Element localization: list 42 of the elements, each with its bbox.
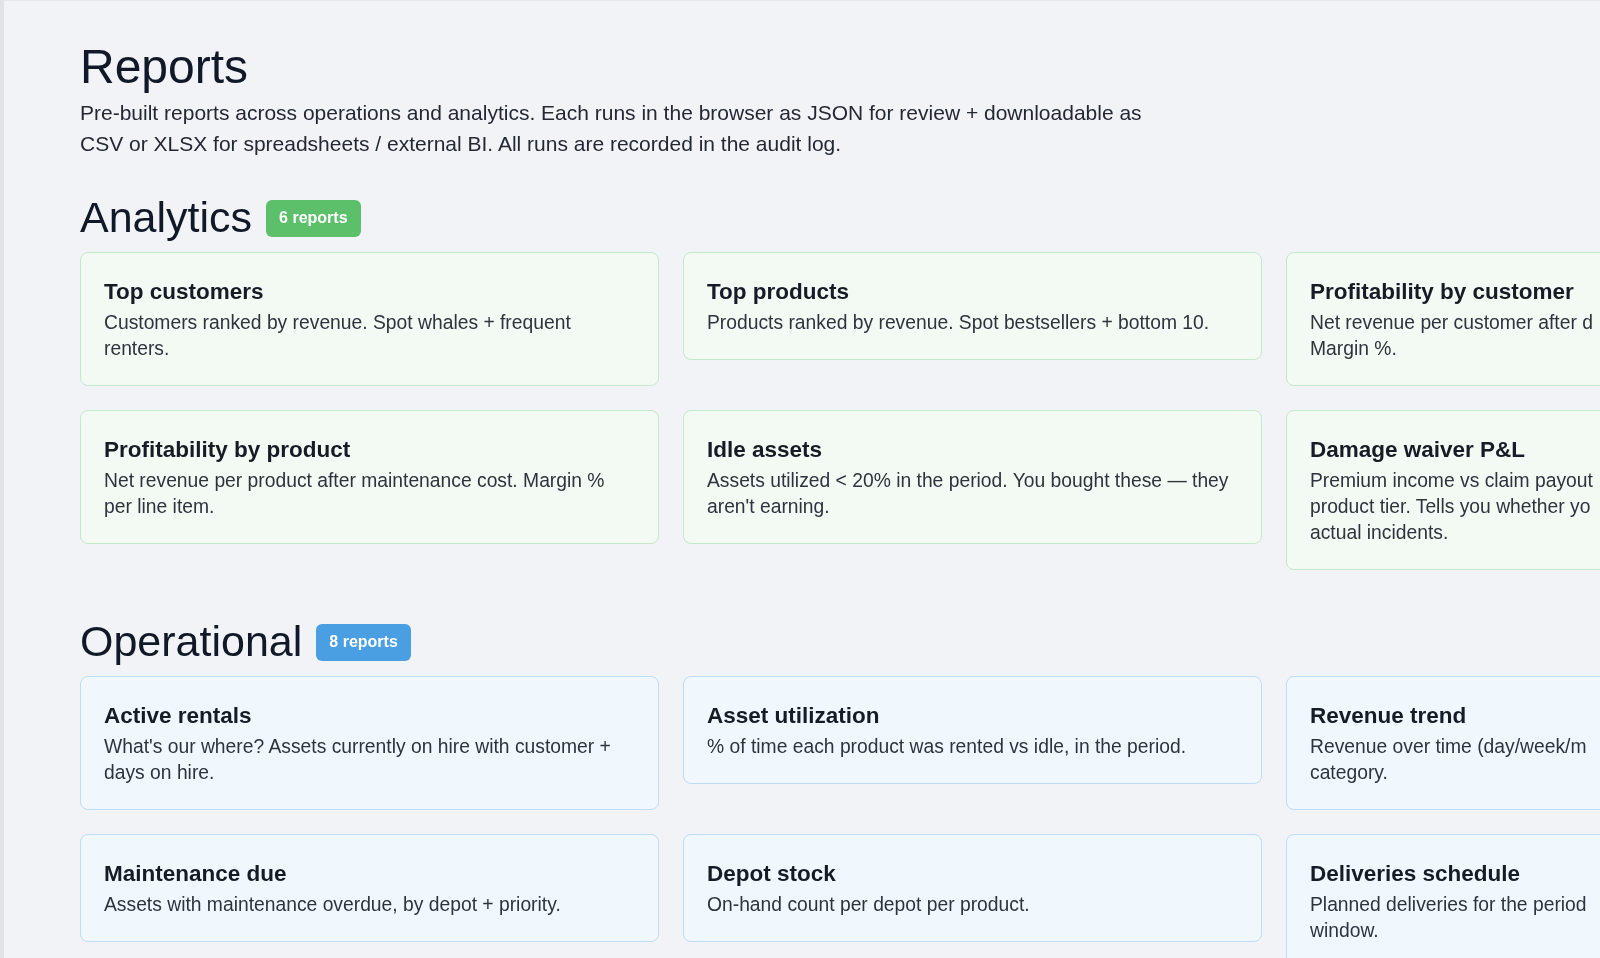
report-description: Assets utilized < 20% in the period. You bought these — they aren't earning. <box>707 469 1230 519</box>
report-count-badge: 6 reports <box>266 199 361 237</box>
report-description: Planned deliveries for the period window. <box>1310 893 1588 943</box>
report-description: Net revenue per product after maintenance cost. Margin % per line item. <box>104 469 606 519</box>
report-description: % of time each product was rented vs idle, in the period. <box>707 735 1188 759</box>
report-title: Active rentals <box>104 702 253 730</box>
report-title: Asset utilization <box>707 702 881 730</box>
report-card[interactable]: Active rentals What's our where? Assets currently on hire with customer + days on hire. <box>80 676 659 810</box>
report-description: Premium income vs claim payout product tier. Tells you whether yo actual incidents. <box>1310 469 1594 545</box>
report-description: Products ranked by revenue. Spot bestsellers + bottom 10. <box>707 311 1211 335</box>
report-description: What's our where? Assets currently on hire with customer + days on hire. <box>104 735 612 785</box>
report-card[interactable]: Profitability by customer Net revenue per customer after d Margin %. <box>1286 252 1600 386</box>
report-title: Idle assets <box>707 436 824 464</box>
report-description: On-hand count per depot per product. <box>707 893 1031 917</box>
report-description: Revenue over time (day/week/m category. <box>1310 735 1588 785</box>
report-card[interactable]: Deliveries schedule Planned deliveries for the period window. <box>1286 834 1600 958</box>
report-title: Deliveries schedule <box>1310 860 1522 888</box>
report-title: Depot stock <box>707 860 837 888</box>
report-title: Revenue trend <box>1310 702 1468 730</box>
report-card[interactable]: Damage waiver P&L Premium income vs claim payout product tier. Tells you whether yo actual incidents. <box>1286 410 1600 570</box>
report-card[interactable]: Top customers Customers ranked by revenue. Spot whales + frequent renters. <box>80 252 659 386</box>
report-description: Net revenue per customer after d Margin %. <box>1310 311 1594 361</box>
report-card[interactable]: Profitability by product Net revenue per product after maintenance cost. Margin % per line item. <box>80 410 659 544</box>
report-card[interactable]: Top products Products ranked by revenue. Spot bestsellers + bottom 10. <box>683 252 1262 360</box>
section-heading: Analytics <box>80 192 253 242</box>
report-card[interactable]: Revenue trend Revenue over time (day/week/m category. <box>1286 676 1600 810</box>
report-title: Damage waiver P&L <box>1310 436 1527 464</box>
report-title: Maintenance due <box>104 860 288 888</box>
page-description: Pre-built reports across operations and analytics. Each runs in the browser as JSON for review + downloadable as CSV or XLSX for spreadsheets / external BI. All runs are recorded in the audit log. <box>80 100 1143 157</box>
report-title: Top products <box>707 278 851 306</box>
section-heading: Operational <box>80 616 303 666</box>
report-count-badge: 8 reports <box>316 623 411 661</box>
page-title: Reports <box>80 39 249 95</box>
report-description: Assets with maintenance overdue, by depot + priority. <box>104 893 562 917</box>
report-card[interactable]: Depot stock On-hand count per depot per product. <box>683 834 1262 942</box>
report-title: Top customers <box>104 278 265 306</box>
report-description: Customers ranked by revenue. Spot whales + frequent renters. <box>104 311 572 361</box>
report-card[interactable]: Asset utilization % of time each product was rented vs idle, in the period. <box>683 676 1262 784</box>
report-title: Profitability by customer <box>1310 278 1575 306</box>
report-card[interactable]: Idle assets Assets utilized < 20% in the period. You bought these — they aren't earning. <box>683 410 1262 544</box>
report-title: Profitability by product <box>104 436 352 464</box>
report-card[interactable]: Maintenance due Assets with maintenance overdue, by depot + priority. <box>80 834 659 942</box>
